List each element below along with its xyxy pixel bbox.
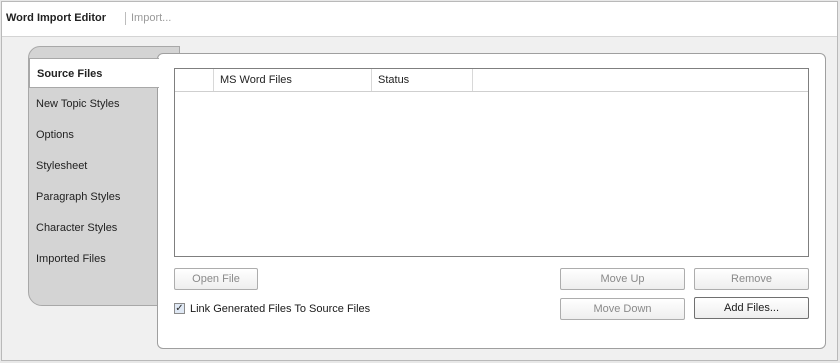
tab-new-topic-styles[interactable]: New Topic Styles — [29, 89, 156, 119]
tab-options[interactable]: Options — [29, 120, 156, 150]
tab-stylesheet[interactable]: Stylesheet — [29, 151, 156, 181]
header-divider — [125, 12, 126, 25]
files-list[interactable]: MS Word Files Status — [174, 68, 809, 257]
tab-paragraph-styles[interactable]: Paragraph Styles — [29, 182, 156, 212]
editor-subtitle: Import... — [131, 12, 172, 24]
tab-label: Stylesheet — [36, 160, 88, 172]
link-generated-files-label[interactable]: Link Generated Files To Source Files — [190, 303, 370, 315]
editor-title: Word Import Editor — [6, 12, 107, 24]
move-down-button[interactable]: Move Down — [560, 298, 685, 320]
column-header-status[interactable]: Status — [372, 69, 473, 91]
files-list-header: MS Word Files Status — [175, 69, 808, 92]
tab-character-styles[interactable]: Character Styles — [29, 213, 156, 243]
column-header-select[interactable] — [175, 69, 214, 91]
open-file-button[interactable]: Open File — [174, 268, 258, 290]
tab-label: New Topic Styles — [36, 98, 120, 110]
tab-label: Options — [36, 129, 74, 141]
move-up-button[interactable]: Move Up — [560, 268, 685, 290]
tab-label: Imported Files — [36, 253, 106, 265]
remove-button[interactable]: Remove — [694, 268, 809, 290]
tab-label: Character Styles — [36, 222, 118, 234]
tab-imported-files[interactable]: Imported Files — [29, 244, 156, 274]
column-header-filler — [473, 69, 808, 91]
link-generated-files-checkbox[interactable]: ✓ — [174, 303, 185, 314]
editor-header: Word Import Editor Import... — [2, 2, 837, 37]
add-files-button[interactable]: Add Files... — [694, 297, 809, 319]
tab-label: Source Files — [37, 68, 103, 80]
column-header-ms-word-files[interactable]: MS Word Files — [214, 69, 372, 91]
tab-label: Paragraph Styles — [36, 191, 121, 203]
tab-source-files[interactable]: Source Files — [29, 58, 159, 88]
